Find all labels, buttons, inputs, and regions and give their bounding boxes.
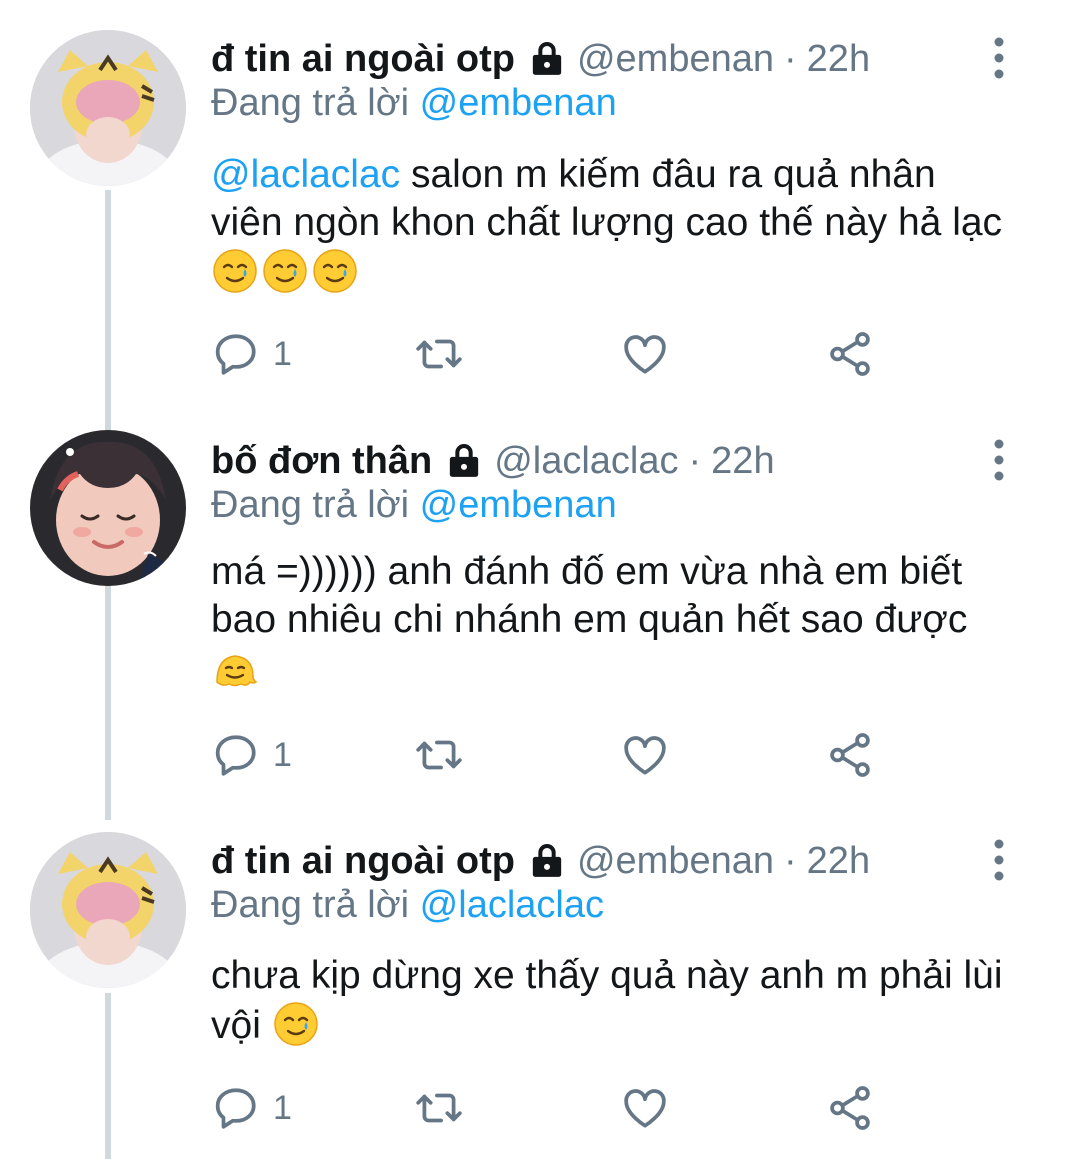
action-bar: 1 (211, 324, 1011, 384)
replying-to: Đang trả lời @embenan (211, 480, 617, 530)
replying-prefix: Đang trả lời (211, 82, 410, 124)
replying-to: Đang trả lời @embenan (211, 78, 617, 128)
reply-count: 1 (273, 334, 292, 373)
share-icon (825, 730, 875, 780)
more-vertical-icon[interactable] (984, 36, 1014, 80)
replying-mention[interactable]: @embenan (420, 82, 617, 124)
tweet-text: chưa kịp dừng xe thấy quả này anh m phải… (211, 952, 1011, 1050)
smiling-face-with-tear-icon (272, 1000, 320, 1048)
body-text: chưa kịp dừng xe thấy quả này anh m phải… (211, 954, 1003, 1047)
share-icon (825, 1083, 875, 1133)
smiling-face-with-tear-icon (261, 247, 309, 295)
retweet-button[interactable] (414, 324, 464, 384)
separator: · (784, 38, 797, 80)
action-bar: 1 (211, 1078, 1011, 1138)
separator: · (688, 440, 702, 482)
retweet-icon (414, 1083, 464, 1133)
replying-to: Đang trả lời @laclaclac (211, 880, 604, 930)
like-button[interactable] (620, 1078, 670, 1138)
timestamp[interactable]: 22h (711, 430, 774, 492)
smiling-face-with-tear-icon (211, 247, 259, 295)
replying-mention[interactable]: @embenan (420, 484, 617, 526)
more-vertical-icon[interactable] (984, 438, 1014, 482)
reply-count: 1 (273, 1088, 292, 1127)
heart-icon (620, 730, 670, 780)
reply-icon (211, 329, 261, 379)
tweet[interactable]: đ tin ai ngoài otp @embenan · 22h Đang t… (0, 28, 1080, 408)
smiling-face-with-tear-icon (311, 247, 359, 295)
timestamp[interactable]: 22h (807, 28, 870, 90)
reply-icon (211, 1083, 261, 1133)
retweet-icon (414, 329, 464, 379)
avatar[interactable] (30, 30, 186, 186)
replying-prefix: Đang trả lời (211, 884, 410, 926)
replying-prefix: Đang trả lời (211, 484, 410, 526)
retweet-button[interactable] (414, 1078, 464, 1138)
share-button[interactable] (825, 725, 875, 785)
heart-icon (620, 329, 670, 379)
reply-button[interactable]: 1 (211, 324, 292, 384)
reply-count: 1 (273, 735, 292, 774)
heart-icon (620, 1083, 670, 1133)
lock-icon (527, 39, 567, 79)
like-button[interactable] (620, 725, 670, 785)
body-text: má =)))))) anh đánh đố em vừa nhà em biế… (211, 550, 968, 641)
tweet-text: @laclaclac salon m kiếm đâu ra quả nhân … (211, 151, 1011, 297)
melting-face-icon (211, 644, 259, 692)
share-button[interactable] (825, 1078, 875, 1138)
lock-icon (527, 841, 567, 881)
separator: · (784, 840, 797, 882)
retweet-icon (414, 730, 464, 780)
action-bar: 1 (211, 725, 1011, 785)
body-mention[interactable]: @laclaclac (211, 153, 400, 196)
like-button[interactable] (620, 324, 670, 384)
avatar[interactable] (30, 430, 186, 586)
retweet-button[interactable] (414, 725, 464, 785)
tweet-text: má =)))))) anh đánh đố em vừa nhà em biế… (211, 548, 1011, 694)
share-button[interactable] (825, 324, 875, 384)
more-vertical-icon[interactable] (984, 838, 1014, 882)
handle[interactable]: @embenan (577, 830, 774, 892)
reply-button[interactable]: 1 (211, 1078, 292, 1138)
lock-icon (444, 441, 484, 481)
avatar[interactable] (30, 832, 186, 988)
timestamp[interactable]: 22h (807, 830, 870, 892)
share-icon (825, 329, 875, 379)
tweet[interactable]: đ tin ai ngoài otp @embenan · 22h Đang t… (0, 830, 1080, 1159)
replying-mention[interactable]: @laclaclac (420, 884, 604, 926)
reply-icon (211, 730, 261, 780)
reply-button[interactable]: 1 (211, 725, 292, 785)
tweet[interactable]: bố đơn thân @laclaclac · 22h Đang trả lờ… (0, 430, 1080, 810)
